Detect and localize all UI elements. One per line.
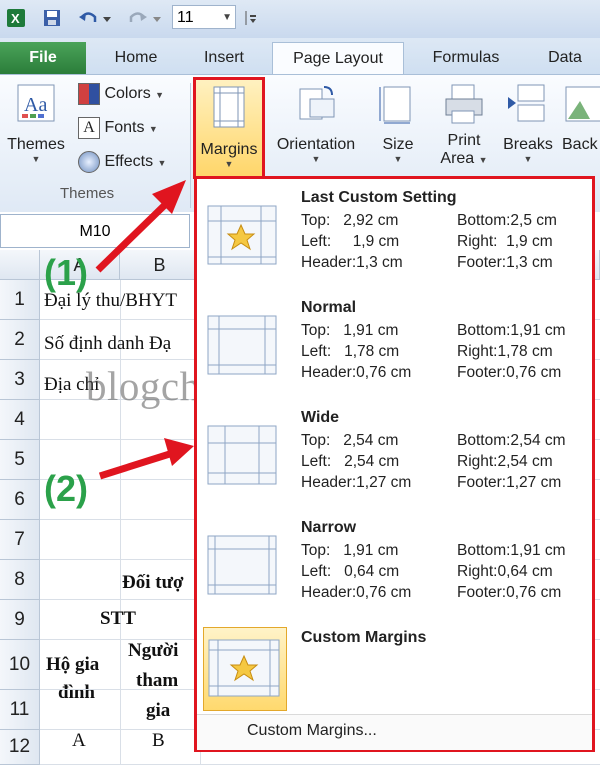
arrow-1 [95, 195, 175, 273]
arrow-2 [98, 448, 178, 480]
arrow-2-head-icon [164, 438, 194, 466]
annotation-arrows [95, 180, 194, 480]
